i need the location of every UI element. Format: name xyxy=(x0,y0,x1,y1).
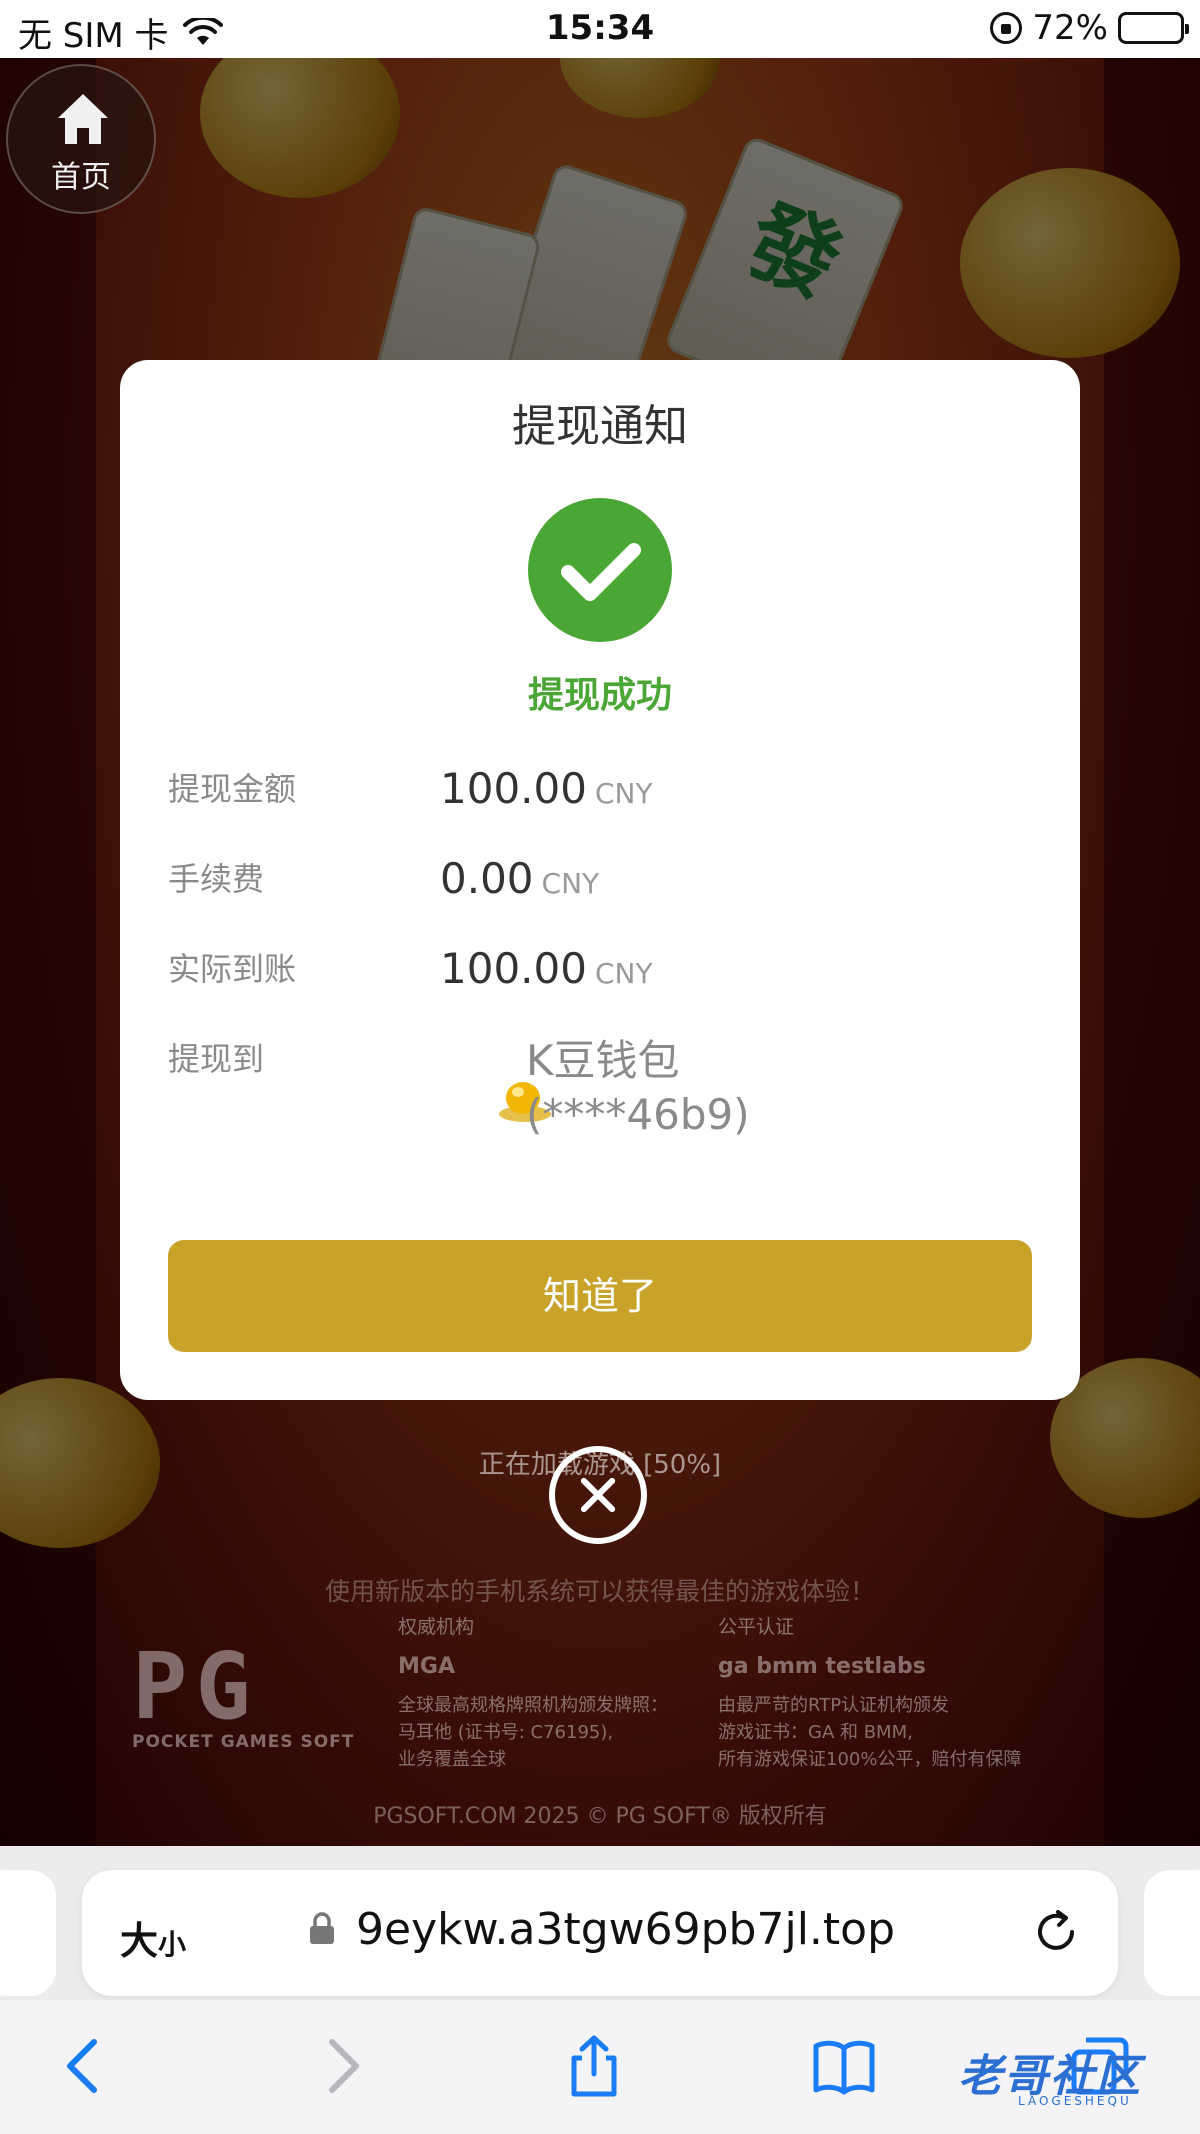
status-right: 72% xyxy=(990,8,1189,48)
fair-section: 公平认证 ga bmm testlabs 由最严苛的RTP认证机构颁发 游戏证书… xyxy=(718,1614,1021,1773)
currency-unit: CNY xyxy=(594,957,653,990)
authority-title: 权威机构 xyxy=(398,1616,475,1638)
home-button[interactable]: 首页 xyxy=(6,64,156,214)
status-bar: 无 SIM 卡 15:34 72% xyxy=(0,0,1200,58)
amount-row: 提现金额 100.00 CNY xyxy=(168,764,1032,844)
received-label: 实际到账 xyxy=(168,950,297,988)
amount-label: 提现金额 xyxy=(168,770,297,808)
fair-line: 所有游戏保证100%公平，赔付有保障 xyxy=(718,1749,1022,1770)
fee-number: 0.00 xyxy=(440,854,534,903)
mga-logo: MGA xyxy=(398,1654,455,1679)
fair-line: 由最严苛的RTP认证机构颁发 xyxy=(718,1695,950,1716)
success-check-icon xyxy=(528,498,672,642)
currency-unit: CNY xyxy=(594,777,653,810)
amount-value: 100.00 CNY xyxy=(440,764,653,813)
pg-logo-mark: PG xyxy=(132,1633,259,1740)
close-icon[interactable] xyxy=(549,1446,647,1544)
back-icon[interactable] xyxy=(52,2034,116,2098)
next-tab-peek[interactable] xyxy=(1144,1870,1200,1996)
authority-line: 马耳他 (证书号: C76195), xyxy=(398,1722,614,1743)
forward-icon[interactable] xyxy=(310,2034,374,2098)
withdraw-notice-dialog: 提现通知 提现成功 提现金额 100.00 CNY 手续费 0.00 CNY 实际到… xyxy=(120,360,1080,1400)
received-value: 100.00 CNY xyxy=(440,944,653,993)
rotation-lock-icon xyxy=(990,12,1023,44)
battery-icon xyxy=(1118,12,1189,44)
text-size-big: 大 xyxy=(120,1919,159,1963)
dialog-title: 提现通知 xyxy=(512,401,688,452)
address-bar-area: 大小 9eykw.a3tgw69pb7jl.top xyxy=(0,1846,1200,2000)
authority-line: 业务覆盖全球 xyxy=(398,1749,506,1770)
amount-number: 100.00 xyxy=(440,764,587,813)
received-number: 100.00 xyxy=(440,944,587,993)
destination-wallet: K豆钱包 (****46b9) xyxy=(526,1034,750,1142)
fee-row: 手续费 0.00 CNY xyxy=(168,854,1032,934)
previous-tab-peek[interactable] xyxy=(0,1870,56,1996)
bookmarks-icon[interactable] xyxy=(812,2034,876,2098)
fee-value: 0.00 CNY xyxy=(440,854,599,903)
text-size-button[interactable]: 大小 xyxy=(120,1910,186,1965)
reload-icon[interactable] xyxy=(1030,1906,1082,1958)
confirm-button[interactable]: 知道了 xyxy=(168,1240,1032,1352)
home-label: 首页 xyxy=(51,160,111,195)
currency-unit: CNY xyxy=(541,867,600,900)
copyright: PGSOFT.COM 2025 © PG SOFT® 版权所有 xyxy=(373,1804,827,1829)
authority-line: 全球最高规格牌照机构颁发牌照： xyxy=(398,1695,668,1716)
pg-logo-wordmark: POCKET GAMES SOFT xyxy=(132,1732,355,1752)
received-row: 实际到账 100.00 CNY xyxy=(168,944,1032,1024)
fair-title: 公平认证 xyxy=(718,1616,795,1638)
destination-row: 提现到 K豆钱包 (****46b9) xyxy=(168,1034,1032,1164)
wallet-name: K豆钱包 xyxy=(526,1036,680,1085)
fair-line: 游戏证书：GA 和 BMM, xyxy=(718,1722,913,1743)
url-text[interactable]: 9eykw.a3tgw69pb7jl.top xyxy=(356,1904,895,1955)
wallet-account: (****46b9) xyxy=(526,1090,750,1139)
home-icon xyxy=(58,94,108,144)
pg-logo: PG POCKET GAMES SOFT xyxy=(132,1633,355,1753)
fee-label: 手续费 xyxy=(168,860,265,898)
lock-icon xyxy=(310,1912,334,1944)
status-text: 提现成功 xyxy=(527,675,672,716)
share-icon[interactable] xyxy=(562,2034,626,2098)
system-tip: 使用新版本的手机系统可以获得最佳的游戏体验！ xyxy=(324,1577,875,1606)
battery-percent: 72% xyxy=(1032,8,1108,48)
text-size-small: 小 xyxy=(158,1928,187,1961)
address-bar[interactable]: 大小 9eykw.a3tgw69pb7jl.top xyxy=(82,1870,1118,1996)
ga-bmm-logos: ga bmm testlabs xyxy=(718,1654,926,1679)
watermark-subtext: LAOGESHEQU xyxy=(1018,2094,1132,2108)
authority-section: 权威机构 MGA 全球最高规格牌照机构颁发牌照： 马耳他 (证书号: C7619… xyxy=(398,1614,668,1773)
destination-label: 提现到 xyxy=(168,1040,265,1078)
